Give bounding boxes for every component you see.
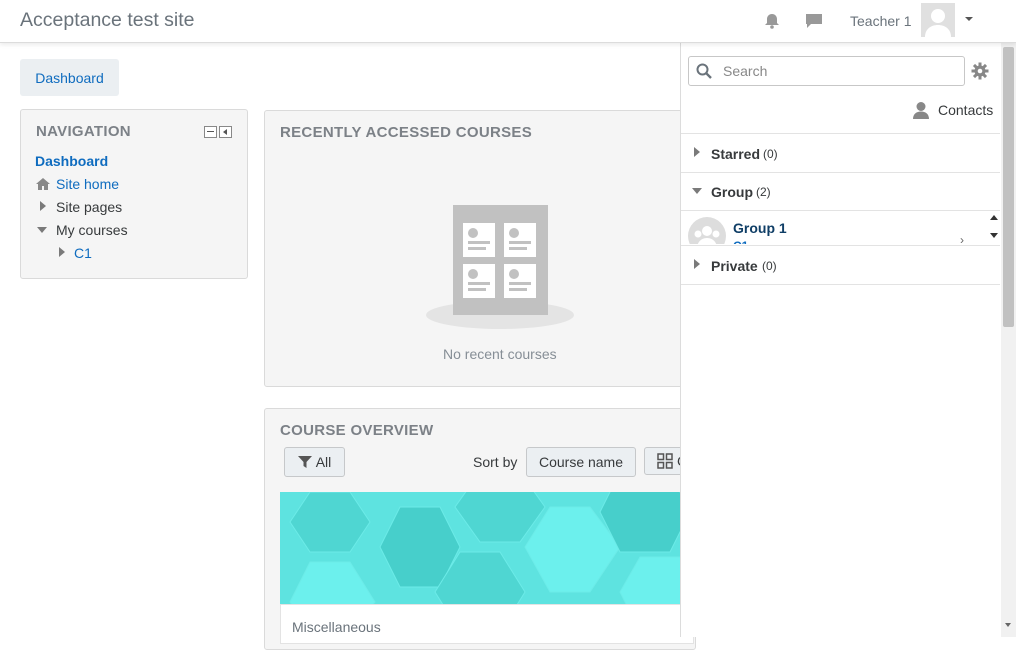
nav-item-site-home[interactable]: Site home <box>56 176 119 192</box>
nav-item-dashboard[interactable]: Dashboard <box>35 153 108 169</box>
expand-arrow-icon <box>694 259 700 269</box>
sort-value-label: Course name <box>538 454 624 470</box>
sort-course-name-button[interactable]: Course name <box>526 447 636 477</box>
bell-icon[interactable] <box>761 10 783 32</box>
section-starred[interactable]: Starred (0) <box>681 133 1000 173</box>
empty-courses-illustration <box>425 204 575 333</box>
home-icon <box>35 177 51 194</box>
expand-arrow-icon <box>694 147 700 157</box>
section-group-count: (2) <box>756 185 771 199</box>
course-card-image[interactable] <box>280 492 694 604</box>
breadcrumb-dashboard[interactable]: Dashboard <box>20 59 119 96</box>
chat-icon[interactable] <box>803 10 825 32</box>
conversation-preview: C1 <box>733 239 748 244</box>
block-collapse-icon[interactable] <box>204 126 217 138</box>
recent-courses-title: RECENTLY ACCESSED COURSES <box>280 124 532 141</box>
section-private-label: Private <box>711 258 758 274</box>
nav-item-site-pages[interactable]: Site pages <box>56 199 122 215</box>
section-group[interactable]: Group (2) <box>681 172 1000 211</box>
collapse-arrow-icon <box>692 188 702 194</box>
gear-icon[interactable] <box>971 62 989 83</box>
section-starred-count: (0) <box>763 147 778 161</box>
conversation-item-group-1[interactable]: Group 1 C1 › <box>681 211 1000 244</box>
search-input[interactable]: Search <box>688 56 965 86</box>
course-category: Miscellaneous <box>292 619 381 635</box>
chevron-down-icon[interactable] <box>965 17 973 21</box>
search-placeholder: Search <box>723 63 768 79</box>
scroll-down-icon[interactable] <box>990 233 998 238</box>
nav-item-course-c1[interactable]: C1 <box>74 245 92 261</box>
block-dock-icon[interactable] <box>219 126 232 138</box>
expand-arrow-icon[interactable] <box>59 247 65 257</box>
avatar[interactable] <box>921 3 955 37</box>
filter-all-button[interactable]: All <box>284 447 345 477</box>
grid-icon <box>657 453 673 469</box>
course-overview-title: COURSE OVERVIEW <box>280 422 434 439</box>
conversation-name: Group 1 <box>733 220 787 236</box>
section-starred-label: Starred <box>711 146 761 162</box>
navigation-title: NAVIGATION <box>36 123 131 140</box>
scroll-up-icon[interactable] <box>990 215 998 220</box>
contacts-link[interactable]: Contacts <box>938 102 993 118</box>
nav-item-my-courses[interactable]: My courses <box>56 222 128 238</box>
scrollbar-thumb[interactable] <box>1003 47 1014 327</box>
section-private[interactable]: Private (0) <box>681 245 1000 285</box>
contacts-icon <box>912 101 930 122</box>
section-group-label: Group <box>711 184 753 200</box>
chevron-right-icon: › <box>960 233 964 244</box>
search-icon <box>696 63 712 79</box>
section-private-count: (0) <box>762 259 777 273</box>
collapse-arrow-icon[interactable] <box>37 227 47 233</box>
site-title[interactable]: Acceptance test site <box>20 9 195 32</box>
sort-by-label: Sort by <box>473 454 518 470</box>
no-recent-courses-text: No recent courses <box>443 346 557 362</box>
user-menu-name[interactable]: Teacher 1 <box>850 13 911 29</box>
filter-icon <box>297 456 312 468</box>
group-avatar-icon <box>688 217 726 244</box>
filter-all-label: All <box>315 454 332 470</box>
expand-arrow-icon[interactable] <box>40 201 46 211</box>
scroll-down-arrow-icon[interactable] <box>1005 623 1011 627</box>
breadcrumb-dashboard-label: Dashboard <box>35 69 104 86</box>
